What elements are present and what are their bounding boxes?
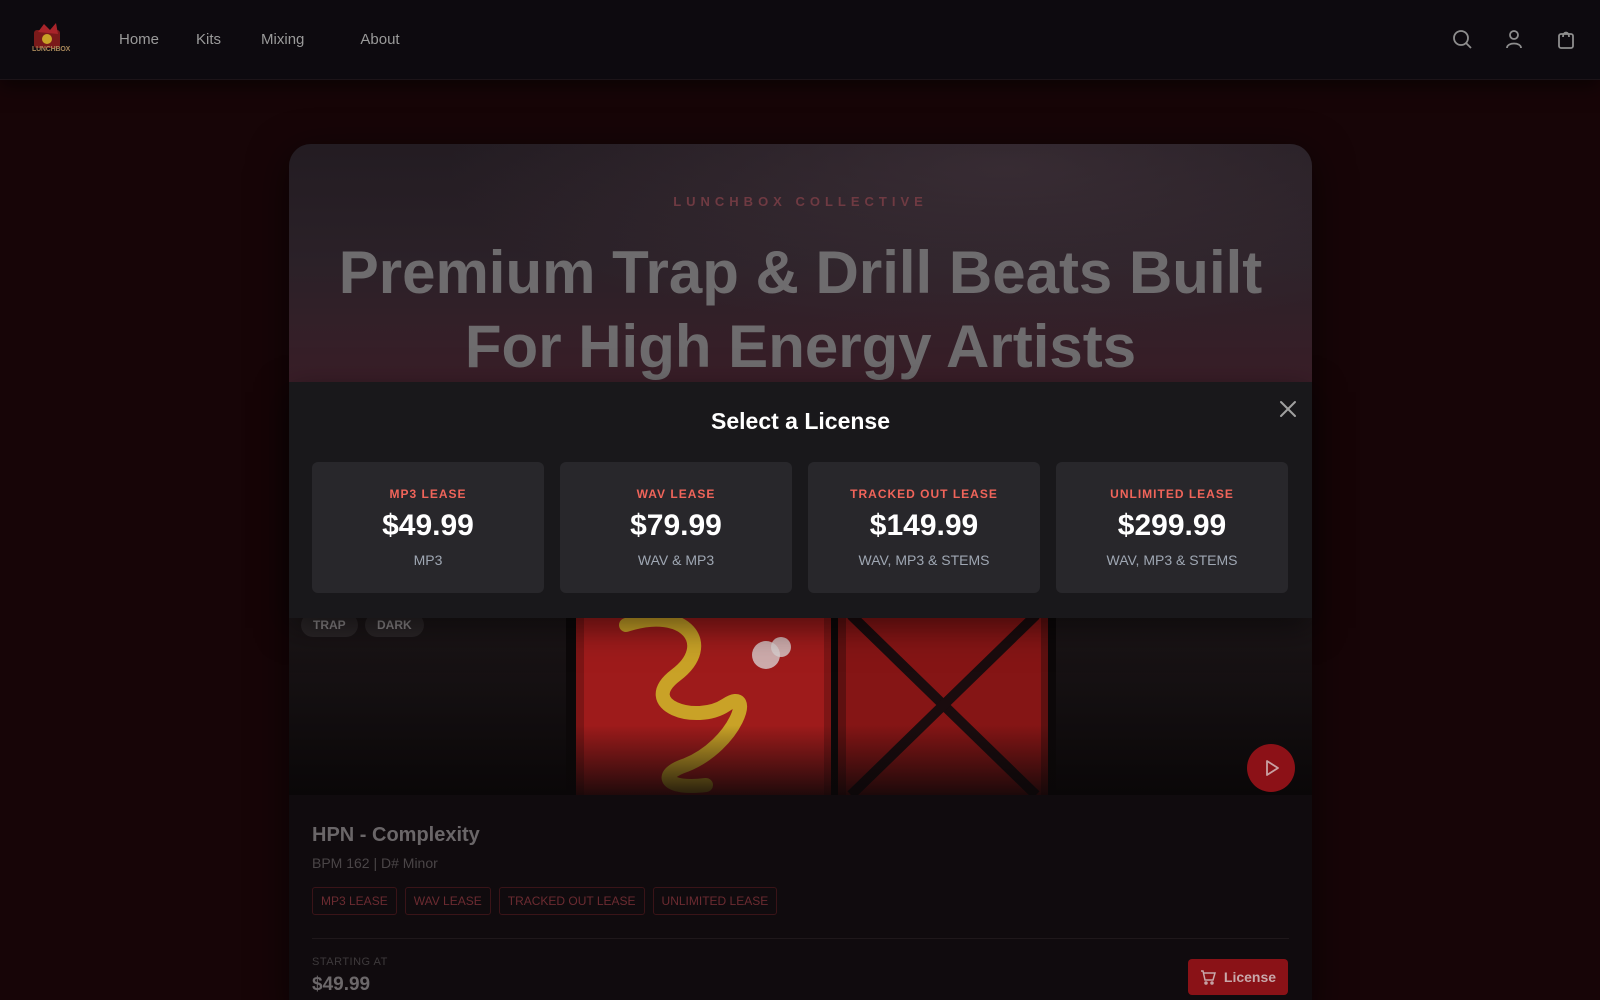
hero-banner: LUNCHBOX COLLECTIVE Premium Trap & Drill…	[289, 144, 1312, 384]
license-button-label: License	[1223, 969, 1277, 985]
cart-icon	[1200, 970, 1216, 985]
license-option-name: UNLIMITED LEASE	[1110, 487, 1234, 501]
license-option-price: $49.99	[382, 509, 474, 542]
license-option-format: WAV, MP3 & STEMS	[1106, 552, 1238, 568]
close-icon[interactable]	[1277, 398, 1299, 420]
starting-at-label: STARTING AT	[312, 956, 388, 968]
nav-link-kits[interactable]: Kits	[196, 31, 221, 48]
license-tags: MP3 LEASE WAV LEASE TRACKED OUT LEASE UN…	[312, 887, 1289, 915]
user-icon[interactable]	[1503, 28, 1525, 50]
divider	[312, 938, 1289, 939]
license-option-format: WAV & MP3	[637, 552, 715, 568]
nav-link-mixing[interactable]: Mixing	[261, 31, 304, 48]
license-option-price: $299.99	[1117, 509, 1227, 542]
license-tag-unlimited: UNLIMITED LEASE	[652, 887, 778, 915]
modal-title: Select a License	[711, 408, 890, 434]
hero-title: Premium Trap & Drill Beats Built For Hig…	[289, 236, 1312, 384]
license-option-unlimited[interactable]: UNLIMITED LEASE $299.99 WAV, MP3 & STEMS	[1056, 462, 1288, 593]
license-tag-mp3: MP3 LEASE	[312, 887, 397, 915]
top-navbar: LUNCHBOX Home Kits Mixing About	[0, 0, 1600, 80]
beat-title[interactable]: HPN - Complexity	[312, 824, 1289, 847]
nav-link-about[interactable]: About	[360, 31, 399, 48]
license-option-format: MP3	[413, 552, 443, 568]
license-tag-tracked-out: TRACKED OUT LEASE	[498, 887, 645, 915]
play-icon	[1266, 760, 1279, 776]
starting-price: $49.99	[312, 974, 371, 995]
hero-eyebrow: LUNCHBOX COLLECTIVE	[673, 194, 928, 209]
cart-icon[interactable]	[1555, 28, 1577, 50]
logo-text: LUNCHBOX	[32, 46, 71, 53]
nav-links: Home Kits Mixing About	[119, 31, 400, 48]
license-option-name: WAV LEASE	[636, 487, 716, 501]
license-button[interactable]: License	[1188, 959, 1288, 995]
license-option-wav[interactable]: WAV LEASE $79.99 WAV & MP3	[560, 462, 792, 593]
cover-art-image	[566, 605, 1056, 795]
license-option-price: $149.99	[869, 509, 979, 542]
license-option-price: $79.99	[630, 509, 722, 542]
license-option-tracked-out[interactable]: TRACKED OUT LEASE $149.99 WAV, MP3 & STE…	[808, 462, 1040, 593]
hero-title-line1: Premium Trap & Drill Beats Built	[338, 239, 1263, 306]
beat-artwork	[289, 605, 1312, 795]
license-option-mp3[interactable]: MP3 LEASE $49.99 MP3	[312, 462, 544, 593]
beat-info: HPN - Complexity BPM 162 | D# Minor MP3 …	[312, 824, 1289, 915]
license-option-name: TRACKED OUT LEASE	[850, 487, 998, 501]
logo[interactable]: LUNCHBOX	[30, 20, 70, 56]
license-tag-wav: WAV LEASE	[404, 887, 491, 915]
license-option-name: MP3 LEASE	[389, 487, 467, 501]
license-modal: Select a License MP3 LEASE $49.99 MP3 WA…	[289, 382, 1312, 618]
hero-title-line2: For High Energy Artists	[464, 313, 1137, 380]
search-icon[interactable]	[1451, 28, 1473, 50]
license-option-format: WAV, MP3 & STEMS	[858, 552, 990, 568]
play-button[interactable]	[1247, 744, 1295, 792]
beat-meta: BPM 162 | D# Minor	[312, 855, 438, 871]
nav-link-home[interactable]: Home	[119, 31, 159, 48]
